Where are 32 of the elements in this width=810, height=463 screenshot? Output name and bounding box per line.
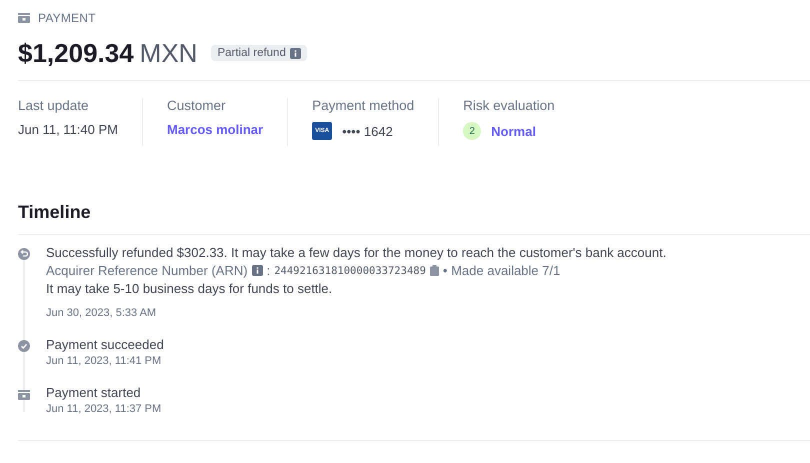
section-title: Timeline <box>18 202 92 223</box>
event-time: Jun 11, 2023, 11:41 PM <box>46 355 162 367</box>
arn-label: Acquirer Reference Number (ARN) <box>46 263 248 278</box>
summary-value: Jun 11, 11:40 PM <box>18 122 118 137</box>
wallet-icon <box>18 390 30 400</box>
arn-separator: : <box>266 263 270 278</box>
summary-label: Risk evaluation <box>463 98 555 113</box>
payment-amount: $1,209.34 <box>18 38 134 68</box>
availability-text: • Made available 7/1 <box>442 263 560 278</box>
status-badge: Partial refund <box>211 45 307 61</box>
info-icon[interactable] <box>290 48 301 58</box>
event-note: It may take 5-10 business days for funds to settle. <box>46 281 334 296</box>
check-icon <box>18 340 30 352</box>
card-number: •••• 1642 <box>342 124 393 138</box>
page-eyebrow: PAYMENT <box>38 11 96 25</box>
event-text: Payment started <box>46 385 142 400</box>
wallet-icon <box>18 13 30 23</box>
currency-code: MXN <box>140 38 198 68</box>
risk-link[interactable]: Normal <box>491 124 536 138</box>
event-text: Payment succeeded <box>46 337 165 352</box>
event-time: Jun 30, 2023, 5:33 AM <box>46 307 158 319</box>
arn-number: 244921631810000033723489 <box>274 264 426 276</box>
summary-label: Customer <box>166 98 226 113</box>
risk-score-badge: 2 <box>463 122 482 140</box>
refund-icon <box>18 248 30 260</box>
event-time: Jun 11, 2023, 11:37 PM <box>46 403 162 415</box>
event-text: Successfully refunded $302.33. It may take a few days for the money to reach the customer's bank account. <box>46 245 668 260</box>
summary-label: Last update <box>18 98 90 113</box>
customer-link[interactable]: Marcos molinar <box>166 122 264 137</box>
clipboard-icon[interactable] <box>430 265 439 276</box>
info-icon[interactable] <box>252 265 263 276</box>
summary-label: Payment method <box>312 98 414 113</box>
